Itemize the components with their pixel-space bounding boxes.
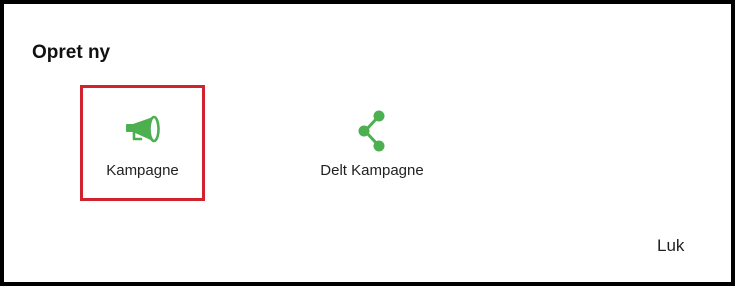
create-new-dialog: Opret ny Kampagne Delt Kampagne Luk [0, 0, 735, 286]
megaphone-icon [124, 115, 162, 150]
close-button[interactable]: Luk [657, 236, 684, 256]
option-kampagne[interactable]: Kampagne [80, 85, 205, 201]
option-label-delt-kampagne: Delt Kampagne [320, 162, 424, 179]
option-delt-kampagne[interactable]: Delt Kampagne [304, 104, 440, 194]
option-label-kampagne: Kampagne [106, 162, 179, 179]
dialog-title: Opret ny [32, 42, 111, 63]
share-icon [357, 110, 387, 157]
